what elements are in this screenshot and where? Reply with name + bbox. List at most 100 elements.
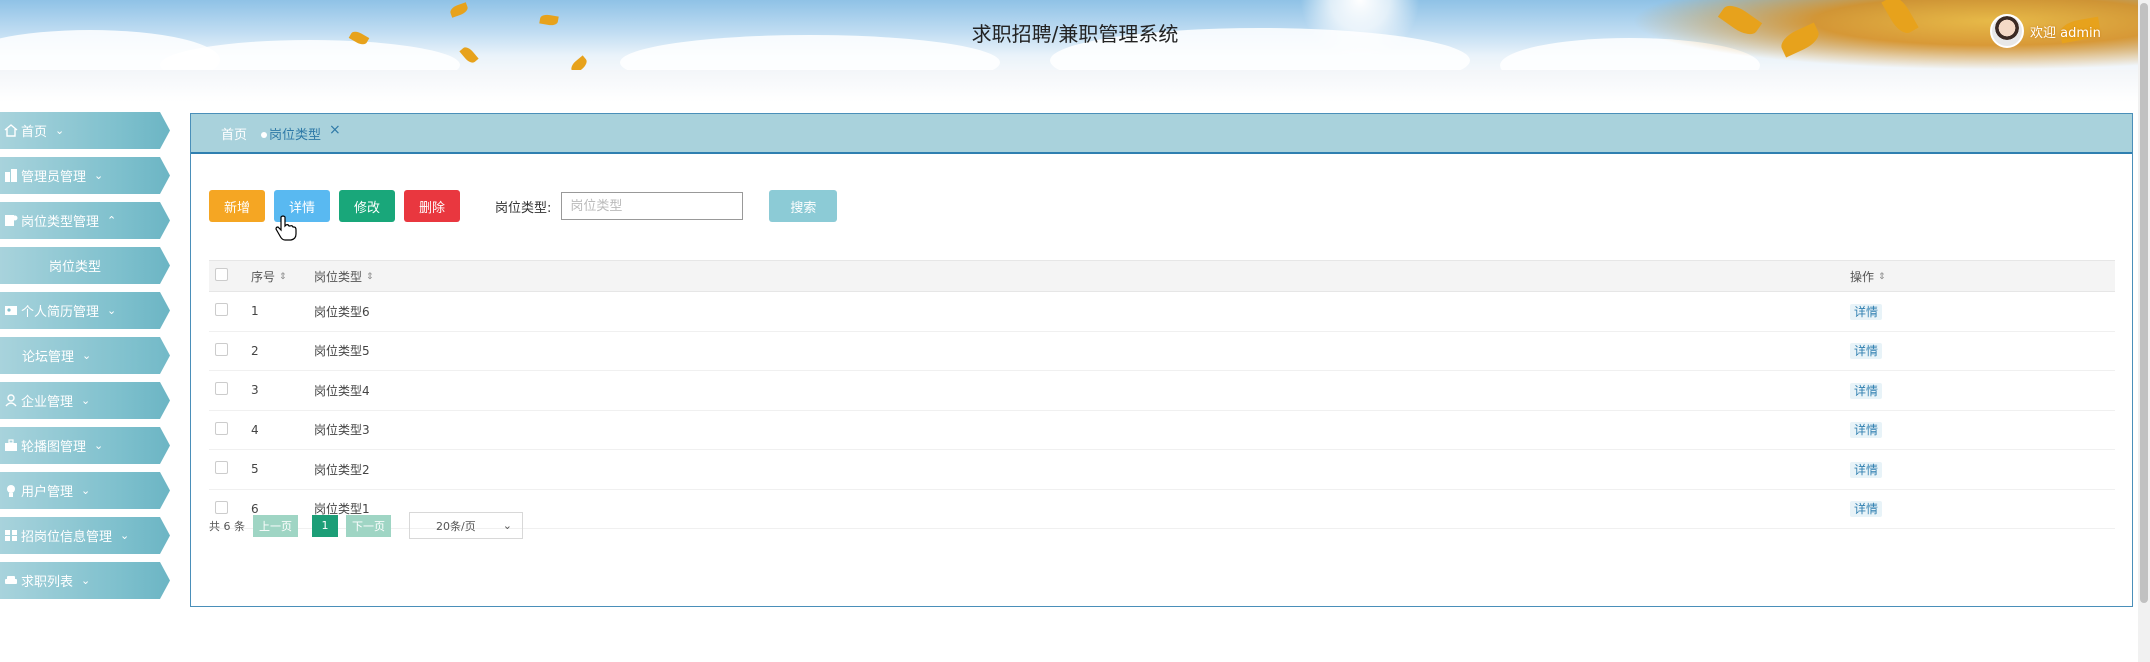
sidebar-item-label: 管理员管理 [21,170,87,185]
breadcrumb: 首页 岗位类型 × [191,114,2132,154]
row-detail-button[interactable]: 详情 [1850,422,1883,439]
job-type-search-input[interactable] [561,192,744,220]
sidebar: 首页 ⌄ 管理员管理 ⌄ 岗位类型管理 ⌃ 岗位类型 个人简历管理 ⌄ 论坛管理… [0,112,180,607]
table-header: 序号 ⇕ 岗位类型 ⇕ 操作 ⇕ [209,260,2115,292]
row-checkbox[interactable] [215,421,228,435]
cell-index: 3 [251,383,259,398]
sidebar-item-label: 求职列表 [21,575,74,590]
active-dot-icon [261,132,268,138]
page-number-button[interactable]: 1 [312,514,338,537]
sidebar-item-admins[interactable]: 管理员管理 ⌄ [0,157,170,194]
table-row: 3 岗位类型4 详情 [209,371,2115,411]
user-icon [5,394,17,407]
grid-icon [5,530,17,541]
briefcase-icon [5,439,17,451]
hand-cursor-icon [275,215,297,241]
page-size-select[interactable]: 20条/页 ⌄ [409,512,523,539]
chevron-down-icon: ⌄ [94,169,104,182]
sidebar-item-carousel[interactable]: 轮播图管理 ⌄ [0,427,170,464]
table-row: 2 岗位类型5 详情 [209,332,2115,371]
close-icon[interactable]: × [329,122,341,138]
row-detail-button[interactable]: 详情 [1850,343,1883,360]
leaf-decoration [448,2,470,18]
sidebar-item-label: 个人简历管理 [21,305,100,320]
cell-index: 2 [251,343,259,358]
row-checkbox[interactable] [215,382,228,396]
sidebar-item-forum[interactable]: 论坛管理 ⌄ [0,337,170,374]
chevron-down-icon: ⌄ [94,439,104,452]
cell-index: 1 [251,304,259,319]
cell-type: 岗位类型3 [314,423,370,438]
chevron-up-icon: ⌃ [107,214,117,227]
sidebar-item-label: 企业管理 [21,395,74,410]
header-banner: 求职招聘/兼职管理系统 欢迎 admin [0,0,2150,70]
chevron-down-icon: ⌄ [107,304,117,317]
header-label: 序号 [251,269,276,284]
chevron-down-icon: ⌄ [81,394,91,407]
sort-icon: ⇕ [366,272,374,282]
prev-page-button[interactable]: 上一页 [253,514,298,537]
leaf-decoration [459,44,479,66]
sort-icon: ⇕ [279,272,287,282]
cell-type: 岗位类型1 [314,502,370,517]
sort-icon: ⇕ [1878,272,1886,282]
next-page-button[interactable]: 下一页 [346,514,391,537]
sidebar-item-home[interactable]: 首页 ⌄ [0,112,170,149]
avatar[interactable] [1990,14,2024,48]
user-menu[interactable]: 欢迎 admin [1990,14,2101,48]
cell-type: 岗位类型2 [314,462,370,477]
breadcrumb-home[interactable]: 首页 [221,124,247,143]
sidebar-item-job-seeking[interactable]: 求职列表 ⌄ [0,562,170,599]
edit-button[interactable]: 修改 [339,190,395,222]
chevron-down-icon: ⌄ [120,529,130,542]
header-subbar [0,70,2150,102]
sidebar-item-label: 用户管理 [21,485,74,500]
chevron-down-icon: ⌄ [502,519,512,532]
sidebar-subitem-job-type[interactable]: 岗位类型 [0,247,170,284]
sidebar-item-label: 招岗位信息管理 [21,530,113,545]
header-label: 操作 [1850,269,1875,284]
row-detail-button[interactable]: 详情 [1850,501,1883,518]
delete-button[interactable]: 删除 [404,190,460,222]
sidebar-item-label: 首页 [21,125,48,140]
row-detail-button[interactable]: 详情 [1850,461,1883,478]
sidebar-item-job-postings[interactable]: 招岗位信息管理 ⌄ [0,517,170,554]
home-icon [4,124,18,137]
filter-label: 岗位类型: [495,200,552,216]
sidebar-item-companies[interactable]: 企业管理 ⌄ [0,382,170,419]
row-detail-button[interactable]: 详情 [1850,382,1883,399]
table-row: 4 岗位类型3 详情 [209,411,2115,450]
header-op[interactable]: 操作 ⇕ [1850,268,2115,285]
vertical-scrollbar[interactable] [2138,0,2150,662]
row-checkbox[interactable] [215,342,228,356]
page-title: 求职招聘/兼职管理系统 [971,22,1179,46]
row-checkbox[interactable] [215,461,228,475]
table-row: 1 岗位类型6 详情 [209,292,2115,332]
cell-type: 岗位类型5 [314,344,370,359]
header-type[interactable]: 岗位类型 ⇕ [314,268,1850,285]
tab-job-type[interactable]: 岗位类型 [261,124,321,143]
sofa-icon [5,576,17,584]
chevron-down-icon: ⌄ [81,484,91,497]
sidebar-item-label: 论坛管理 [22,350,75,365]
person-badge-icon [7,485,15,497]
row-checkbox[interactable] [215,303,228,317]
search-button[interactable]: 搜索 [769,190,838,222]
sidebar-item-job-type-mgmt[interactable]: 岗位类型管理 ⌃ [0,202,170,239]
doc-user-icon [5,215,18,226]
pagination: 共 6 条 上一页 1 下一页 20条/页 ⌄ [209,512,523,539]
sidebar-item-users[interactable]: 用户管理 ⌄ [0,472,170,509]
add-button[interactable]: 新增 [209,190,265,222]
sidebar-item-label: 岗位类型管理 [21,215,100,230]
select-all-checkbox[interactable] [215,268,228,281]
total-count: 共 6 条 [209,519,245,533]
sidebar-item-resumes[interactable]: 个人简历管理 ⌄ [0,292,170,329]
data-table: 序号 ⇕ 岗位类型 ⇕ 操作 ⇕ 1 岗位类型6 详情 2 岗位类型5 详情 3 岗位… [209,260,2115,529]
cell-type: 岗位类型4 [314,383,370,398]
row-detail-button[interactable]: 详情 [1850,303,1883,320]
header-label: 岗位类型 [314,269,363,284]
scrollbar-thumb[interactable] [2140,3,2148,603]
page-size-value: 20条/页 [436,519,476,533]
header-index[interactable]: 序号 ⇕ [251,268,314,285]
tab-label: 岗位类型 [269,127,322,143]
